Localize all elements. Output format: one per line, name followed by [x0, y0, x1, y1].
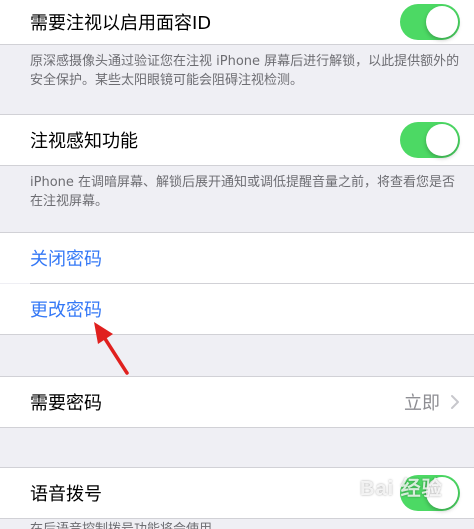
- require-attention-label: 需要注视以启用面容ID: [30, 13, 212, 34]
- divider: [0, 427, 474, 428]
- change-passcode-row[interactable]: 更改密码: [0, 284, 474, 334]
- attention-aware-toggle[interactable]: [400, 122, 460, 158]
- baidu-watermark: Bai 经验: [360, 478, 443, 500]
- toggle-knob: [426, 124, 458, 156]
- turn-passcode-off-row[interactable]: 关闭密码: [0, 233, 474, 283]
- attention-aware-row: 注视感知功能: [0, 115, 474, 165]
- chevron-right-icon: [451, 395, 459, 409]
- attention-aware-label: 注视感知功能: [30, 131, 138, 152]
- require-passcode-row[interactable]: 需要密码 立即: [0, 377, 474, 427]
- voice-dial-label: 语音拨号: [30, 484, 102, 505]
- toggle-knob: [426, 6, 458, 38]
- turn-passcode-off-link[interactable]: 关闭密码: [30, 245, 460, 271]
- require-attention-row: 需要注视以启用面容ID: [0, 0, 474, 44]
- annotation-arrow-icon: [94, 322, 129, 375]
- require-attention-toggle[interactable]: [400, 4, 460, 40]
- settings-screen: 需要注视以启用面容ID 原深感摄像头通过验证您在注视 iPhone 屏幕后进行解…: [0, 0, 474, 529]
- attention-aware-note: iPhone 在调暗屏幕、解锁后展开通知或调低提醒音量之前，将查看您是否在注视屏…: [30, 175, 456, 209]
- voice-dial-note: 在后语音控制拨号功能将会使用: [30, 520, 466, 529]
- change-passcode-link[interactable]: 更改密码: [30, 296, 460, 322]
- require-passcode-label: 需要密码: [30, 393, 102, 414]
- require-passcode-value: 立即: [404, 393, 440, 414]
- divider: [0, 44, 474, 45]
- require-attention-note: 原深感摄像头通过验证您在注视 iPhone 屏幕后进行解锁，以此提供额外的安全保…: [30, 54, 460, 88]
- divider: [0, 334, 474, 335]
- divider: [0, 165, 474, 166]
- divider: [0, 518, 474, 519]
